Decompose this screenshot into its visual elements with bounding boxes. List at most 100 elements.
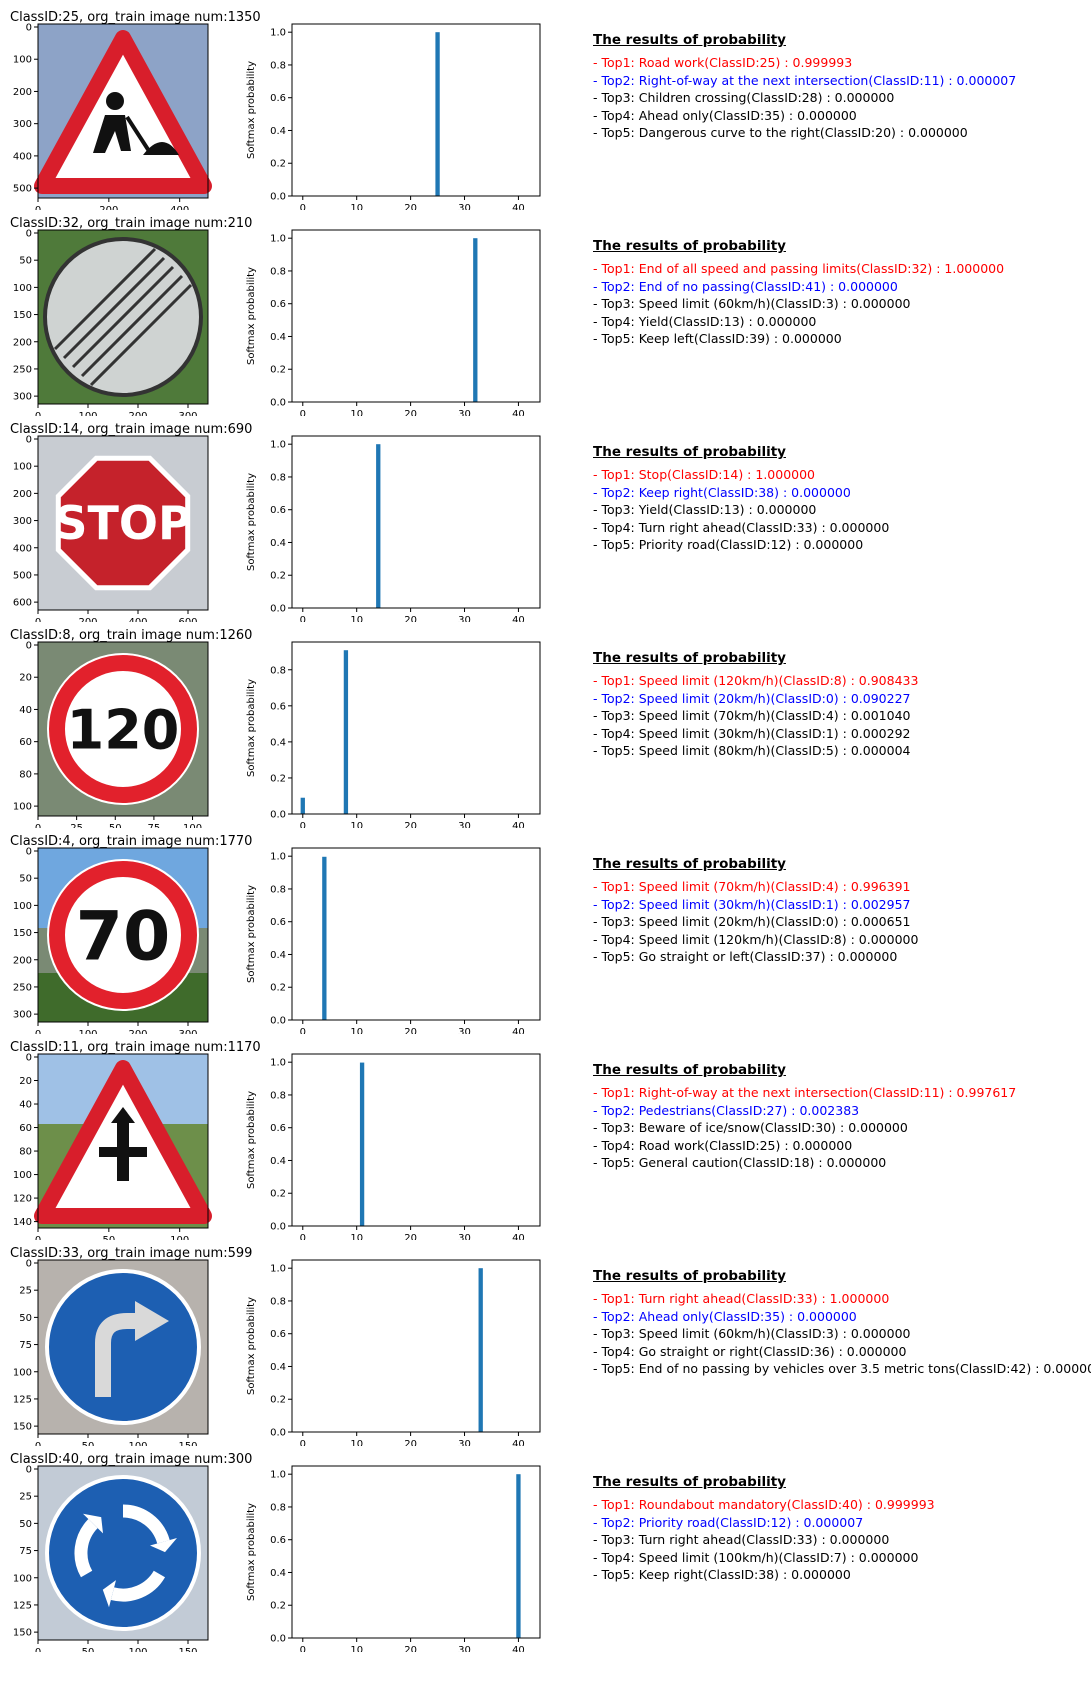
results-heading: The results of probability bbox=[593, 1474, 786, 1490]
image-xtick-label: 50 bbox=[82, 1647, 95, 1652]
image-ytick-label: 20 bbox=[19, 673, 32, 684]
image-ytick-label: 400 bbox=[13, 543, 32, 554]
image-ytick-label: 75 bbox=[19, 1546, 32, 1557]
result-line-top4: - Top4: Yield(ClassID:13) : 0.000000 bbox=[593, 313, 817, 329]
result-line-top5: - Top5: Keep right(ClassID:38) : 0.00000… bbox=[593, 1567, 851, 1582]
chart-ytick-label: 0.2 bbox=[270, 365, 286, 376]
image-ytick-label: 0 bbox=[26, 1259, 32, 1270]
chart-ytick-label: 1.0 bbox=[270, 234, 286, 245]
sign-image bbox=[38, 1260, 208, 1434]
chart-xtick-label: 30 bbox=[458, 203, 471, 210]
image-ytick-label: 100 bbox=[13, 1573, 32, 1584]
chart-ylabel: Softmax probability bbox=[246, 473, 257, 571]
chart-xtick-label: 10 bbox=[350, 615, 363, 622]
results-block: The results of probability - Top1: End of… bbox=[593, 238, 1004, 348]
image-ytick-label: 100 bbox=[13, 283, 32, 294]
chart-ytick-label: 0.8 bbox=[270, 266, 286, 277]
image-axes: 02004000100200300400500 bbox=[13, 23, 212, 210]
chart-ytick-label: 0.2 bbox=[270, 571, 286, 582]
image-ytick-label: 120 bbox=[13, 1194, 32, 1205]
chart-xtick-label: 30 bbox=[458, 1645, 471, 1652]
image-ytick-label: 0 bbox=[26, 847, 32, 858]
result-line-top2: - Top2: Keep right(ClassID:38) : 0.00000… bbox=[593, 484, 851, 500]
chart-xtick-label: 40 bbox=[512, 1233, 525, 1240]
image-ytick-label: 300 bbox=[13, 516, 32, 527]
chart-xtick-label: 40 bbox=[512, 1645, 525, 1652]
results-heading: The results of probability bbox=[593, 650, 786, 666]
result-line-top2: - Top2: Right-of-way at the next interse… bbox=[593, 72, 1017, 88]
chart-ytick-label: 0.6 bbox=[270, 505, 286, 516]
image-ytick-label: 100 bbox=[13, 1367, 32, 1378]
probability-bar bbox=[478, 1268, 483, 1432]
image-ytick-label: 125 bbox=[13, 1394, 32, 1405]
probability-chart: 0102030400.00.20.40.60.81.0ClassIDSoftma… bbox=[246, 23, 541, 210]
chart-xtick-label: 10 bbox=[350, 821, 363, 828]
probability-bar bbox=[300, 797, 305, 814]
chart-ytick-label: 0.4 bbox=[270, 538, 286, 549]
sign-text: 70 bbox=[76, 897, 171, 976]
image-ytick-label: 300 bbox=[13, 392, 32, 403]
chart-ytick-label: 0.4 bbox=[270, 1568, 286, 1579]
chart-ytick-label: 0.0 bbox=[270, 1222, 286, 1233]
sign-image: STOP bbox=[38, 436, 208, 610]
image-ytick-label: 80 bbox=[19, 1147, 32, 1158]
chart-ytick-label: 0.4 bbox=[270, 126, 286, 137]
chart-ytick-label: 0.8 bbox=[270, 1296, 286, 1307]
results-heading: The results of probability bbox=[593, 1062, 786, 1078]
chart-xtick-label: 10 bbox=[350, 203, 363, 210]
chart-ytick-label: 0.6 bbox=[270, 93, 286, 104]
chart-xtick-label: 20 bbox=[404, 1027, 417, 1034]
chart-ytick-label: 0.2 bbox=[270, 1189, 286, 1200]
chart-xtick-label: 10 bbox=[350, 1233, 363, 1240]
chart-ytick-label: 0.0 bbox=[270, 1634, 286, 1645]
result-line-top1: - Top1: Roundabout mandatory(ClassID:40)… bbox=[593, 1497, 935, 1512]
chart-xtick-label: 0 bbox=[300, 1439, 306, 1446]
image-ytick-label: 500 bbox=[13, 570, 32, 581]
image-ytick-label: 200 bbox=[13, 955, 32, 966]
chart-frame bbox=[291, 229, 541, 403]
result-line-top3: - Top3: Speed limit (60km/h)(ClassID:3) … bbox=[593, 296, 911, 311]
chart-ytick-label: 0.0 bbox=[270, 810, 286, 821]
chart-ylabel: Softmax probability bbox=[246, 1091, 257, 1189]
probability-chart: 0102030400.00.20.40.60.81.0ClassIDSoftma… bbox=[246, 847, 541, 1034]
result-line-top1: - Top1: Road work(ClassID:25) : 0.999993 bbox=[593, 55, 853, 70]
result-line-top2: - Top2: Ahead only(ClassID:35) : 0.00000… bbox=[593, 1308, 857, 1324]
result-row: ClassID:8, org_train image num:1260 120 0 2… bbox=[0, 622, 1091, 830]
image-ytick-label: 50 bbox=[19, 256, 32, 267]
image-axes: 1200255075100020406080100 bbox=[13, 641, 209, 828]
chart-xtick-label: 30 bbox=[458, 409, 471, 416]
probability-bar bbox=[343, 650, 349, 814]
result-line-top4: - Top4: Turn right ahead(ClassID:33) : 0… bbox=[593, 519, 890, 535]
chart-ytick-label: 0.6 bbox=[270, 1123, 286, 1134]
results-block: The results of probability - Top1: Speed … bbox=[593, 650, 918, 760]
chart-frame bbox=[291, 1259, 541, 1433]
chart-xtick-label: 20 bbox=[404, 1439, 417, 1446]
chart-ytick-label: 0.0 bbox=[270, 1428, 286, 1439]
chart-xtick-label: 0 bbox=[300, 1645, 306, 1652]
results-heading: The results of probability bbox=[593, 32, 786, 48]
probability-bar bbox=[435, 32, 440, 197]
chart-ytick-label: 0.2 bbox=[270, 773, 286, 784]
result-line-top4: - Top4: Speed limit (30km/h)(ClassID:1) … bbox=[593, 725, 911, 741]
chart-ytick-label: 1.0 bbox=[270, 440, 286, 451]
sign-image: 120 bbox=[38, 642, 208, 816]
result-row: ClassID:11, org_train image num:11700501… bbox=[0, 1034, 1091, 1242]
result-line-top1: - Top1: Stop(ClassID:14) : 1.000000 bbox=[593, 467, 816, 482]
image-ytick-label: 0 bbox=[26, 1465, 32, 1476]
result-line-top4: - Top4: Speed limit (120km/h)(ClassID:8)… bbox=[593, 931, 919, 947]
result-line-top5: - Top5: End of no passing by vehicles ov… bbox=[593, 1361, 1091, 1376]
chart-xtick-label: 20 bbox=[404, 821, 417, 828]
result-line-top1: - Top1: Turn right ahead(ClassID:33) : 1… bbox=[593, 1291, 890, 1306]
chart-ytick-label: 0.2 bbox=[270, 983, 286, 994]
image-ytick-label: 200 bbox=[13, 489, 32, 500]
chart-frame bbox=[291, 435, 541, 609]
chart-ytick-label: 0.2 bbox=[270, 1395, 286, 1406]
result-line-top1: - Top1: Speed limit (120km/h)(ClassID:8)… bbox=[593, 673, 919, 688]
chart-xtick-label: 10 bbox=[350, 1027, 363, 1034]
result-row: ClassID:25, org_train image num:13500200… bbox=[0, 4, 1091, 212]
results-block: The results of probability - Top1: Turn r… bbox=[593, 1268, 1091, 1378]
chart-xtick-label: 30 bbox=[458, 1027, 471, 1034]
result-line-top5: - Top5: Speed limit (80km/h)(ClassID:5) … bbox=[593, 743, 911, 758]
image-axes: 0100200300050100150200250300 bbox=[13, 229, 209, 416]
probability-bar bbox=[359, 1062, 365, 1226]
